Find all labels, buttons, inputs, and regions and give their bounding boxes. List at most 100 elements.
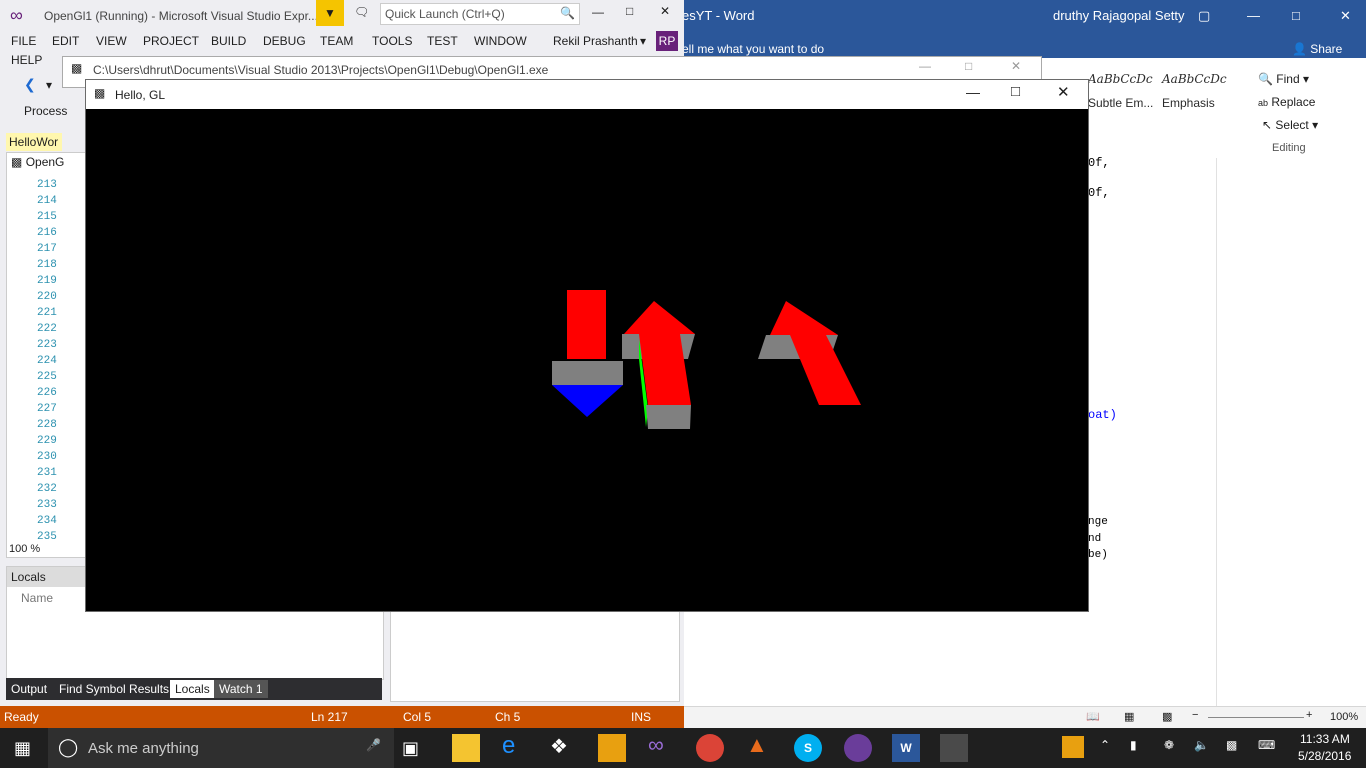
line-number: 233 — [37, 499, 57, 511]
arrow-base — [552, 361, 623, 385]
arrow-end — [646, 405, 691, 429]
quick-launch-input[interactable]: Quick Launch (Ctrl+Q) 🔍 — [380, 3, 580, 25]
style-name: Emphasis — [1162, 96, 1215, 110]
tab-watch-1[interactable]: Watch 1 — [214, 680, 268, 698]
menu-view[interactable]: VIEW — [96, 34, 127, 48]
chevron-down-icon[interactable]: ▾ — [640, 34, 646, 48]
filter-icon[interactable]: ▼ — [316, 0, 344, 26]
action-center-icon[interactable]: ▩ — [1226, 738, 1237, 752]
doc-line: 0f, — [1088, 186, 1110, 200]
print-layout-icon[interactable]: ▦ — [1124, 710, 1134, 723]
keyboard-icon[interactable]: ⌨ — [1258, 738, 1275, 752]
vs-user-name[interactable]: Rekil Prashanth — [553, 34, 638, 48]
zoom-slider[interactable] — [1208, 717, 1304, 718]
gl-minimize-button[interactable]: — — [966, 84, 980, 100]
vs-maximize-button[interactable]: □ — [626, 4, 633, 18]
style-subtle-emphasis[interactable]: AaBbCcDc Subtle Em... — [1088, 72, 1158, 132]
quick-launch-placeholder: Quick Launch (Ctrl+Q) — [385, 7, 505, 21]
file-explorer-icon[interactable] — [452, 734, 480, 762]
back-arrow-icon[interactable]: ❮ — [24, 76, 36, 93]
menu-team[interactable]: TEAM — [320, 34, 353, 48]
chrome-icon[interactable] — [696, 734, 724, 762]
menu-edit[interactable]: EDIT — [52, 34, 79, 48]
tab-locals[interactable]: Locals — [170, 680, 215, 698]
console-maximize-button[interactable]: □ — [965, 59, 972, 73]
menu-window[interactable]: WINDOW — [474, 34, 527, 48]
zoom-out-button[interactable]: − — [1192, 709, 1198, 721]
word-close-button[interactable]: ✕ — [1340, 8, 1351, 24]
select-button[interactable]: ↖ Select ▾ — [1262, 118, 1318, 132]
menu-help[interactable]: HELP — [11, 53, 42, 67]
battery-icon[interactable]: ▮ — [1130, 738, 1137, 752]
doc-line: nd — [1088, 533, 1102, 545]
tell-me-box[interactable]: ell me what you want to do — [682, 42, 824, 56]
menu-test[interactable]: TEST — [427, 34, 458, 48]
clock-time[interactable]: 11:33 AM — [1300, 732, 1350, 746]
console-app-icon[interactable] — [940, 734, 968, 762]
tab-helloworld[interactable]: HelloWor — [6, 133, 62, 151]
microphone-icon[interactable]: 🎤 — [366, 738, 381, 752]
line-number: 213 — [37, 179, 57, 191]
menu-debug[interactable]: DEBUG — [263, 34, 306, 48]
menu-file[interactable]: FILE — [11, 34, 36, 48]
word-minimize-button[interactable]: — — [1247, 8, 1260, 23]
matlab-icon[interactable]: ▲ — [746, 732, 774, 760]
locals-column-name[interactable]: Name — [21, 591, 53, 605]
menu-build[interactable]: BUILD — [211, 34, 246, 48]
word-maximize-button[interactable]: □ — [1292, 8, 1300, 23]
windows-start-icon[interactable]: ▦ — [14, 738, 31, 759]
chevron-up-icon[interactable]: ⌃ — [1100, 738, 1110, 752]
chevron-down-icon[interactable]: ▾ — [46, 78, 52, 92]
line-number: 225 — [37, 371, 57, 383]
gl-canvas[interactable] — [86, 109, 1088, 611]
editor-zoom[interactable]: 100 % — [9, 543, 40, 555]
wifi-icon[interactable]: ❁ — [1164, 738, 1174, 752]
gl-maximize-button[interactable]: □ — [1011, 83, 1020, 100]
arrow-right — [758, 301, 861, 405]
gl-close-button[interactable]: ✕ — [1057, 83, 1070, 101]
replace-button[interactable]: ab Replace — [1258, 95, 1315, 109]
arrow-shaft — [567, 290, 606, 359]
word-zoom-level[interactable]: 100% — [1330, 711, 1358, 723]
volume-icon[interactable]: 🔈 — [1194, 738, 1209, 752]
ribbon-display-icon[interactable]: ▢ — [1198, 8, 1210, 24]
feedback-icon[interactable]: 🗨 — [354, 5, 369, 19]
word-user[interactable]: druthy Rajagopal Setty — [1053, 8, 1185, 23]
replace-label: Replace — [1271, 95, 1316, 109]
edge-icon[interactable]: e — [502, 732, 530, 760]
skype-icon[interactable]: S — [794, 734, 822, 762]
vs-minimize-button[interactable]: — — [592, 5, 604, 19]
scope-dropdown[interactable]: ▩ OpenG — [11, 155, 64, 169]
console-minimize-button[interactable]: — — [919, 59, 931, 73]
tab-output[interactable]: Output — [6, 680, 52, 698]
word-icon[interactable]: W — [892, 734, 920, 762]
status-char: Ch 5 — [495, 710, 521, 724]
process-label: Process — [24, 104, 68, 118]
clock-date[interactable]: 5/28/2016 — [1298, 749, 1351, 763]
update-notification-icon[interactable] — [1062, 736, 1084, 758]
status-insert-mode: INS — [631, 710, 652, 724]
find-button[interactable]: 🔍 Find ▾ — [1258, 72, 1309, 86]
task-view-icon[interactable]: ▣ — [402, 738, 430, 766]
line-number: 234 — [37, 515, 57, 527]
avatar[interactable]: RP — [656, 31, 678, 51]
tab-find-symbol-results[interactable]: Find Symbol Results — [54, 680, 174, 698]
menu-tools[interactable]: TOOLS — [372, 34, 412, 48]
share-button[interactable]: 👤 Share — [1292, 42, 1342, 56]
share-label: Share — [1310, 42, 1343, 56]
read-mode-icon[interactable]: 📖 — [1086, 710, 1100, 723]
console-close-button[interactable]: ✕ — [1011, 59, 1021, 73]
visual-studio-icon[interactable]: ∞ — [648, 732, 676, 760]
app-icon[interactable] — [844, 734, 872, 762]
media-player-icon[interactable] — [598, 734, 626, 762]
zoom-in-button[interactable]: + — [1306, 709, 1312, 721]
menu-project[interactable]: PROJECT — [143, 34, 199, 48]
vs-close-button[interactable]: ✕ — [660, 4, 670, 18]
cortana-search-box[interactable]: ◯ Ask me anything 🎤 — [48, 728, 394, 768]
web-layout-icon[interactable]: ▩ — [1162, 710, 1172, 723]
style-emphasis[interactable]: AaBbCcDc Emphasis — [1162, 72, 1232, 132]
find-label: Find — [1276, 72, 1300, 86]
dropbox-icon[interactable]: ❖ — [550, 734, 578, 762]
doc-side-panel — [1216, 158, 1366, 706]
arrowhead — [624, 301, 695, 334]
